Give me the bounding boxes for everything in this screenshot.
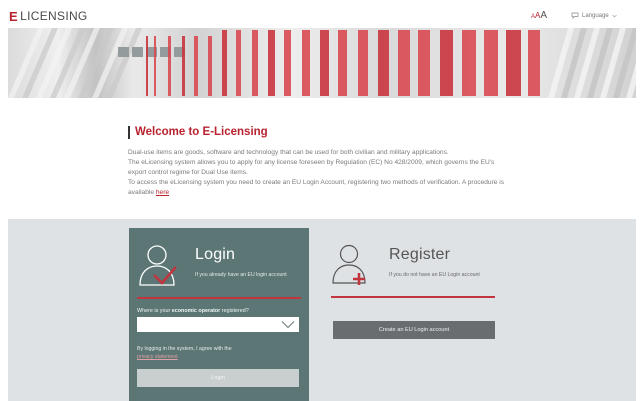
- register-title: Register: [389, 246, 451, 263]
- logo[interactable]: E LICENSING: [9, 8, 88, 24]
- welcome-paragraph-2: The eLicensing system allows you to appl…: [128, 159, 495, 176]
- login-panel: Login If you already have an EU login ac…: [129, 228, 309, 401]
- language-label: Language: [582, 12, 609, 19]
- login-subtitle: If you already have an EU login account: [195, 272, 287, 278]
- login-title: Login: [195, 246, 236, 263]
- economic-operator-label: Where is your economic operator register…: [137, 308, 249, 314]
- logo-letter: E: [9, 8, 18, 24]
- chevron-down-icon: [281, 321, 295, 329]
- procedure-link[interactable]: here: [156, 189, 169, 196]
- chat-bubble-icon: [571, 12, 579, 19]
- logo-text: LICENSING: [20, 9, 88, 23]
- welcome-paragraph-3: To access the eLicensing system you need…: [128, 179, 505, 196]
- welcome-section: Welcome to E-Licensing Dual-use items ar…: [128, 125, 508, 198]
- banner-overlay: [8, 28, 636, 98]
- chevron-down-icon: [611, 14, 617, 17]
- banner-graphic: [8, 28, 636, 98]
- welcome-paragraph-1: Dual-use items are goods, software and t…: [128, 149, 449, 156]
- agreement-text: By logging in the system, I agree with t…: [137, 346, 232, 352]
- user-check-icon: [139, 245, 177, 286]
- heading-accent-bar: [128, 125, 130, 139]
- font-size-control[interactable]: A A A: [531, 10, 547, 21]
- font-size-large[interactable]: A: [540, 10, 547, 21]
- privacy-agreement: By logging in the system, I agree with t…: [137, 345, 277, 361]
- privacy-statement-link[interactable]: privacy statement: [137, 354, 178, 360]
- register-subtitle: If you do not have an EU Login account: [389, 272, 480, 278]
- top-bar: E LICENSING A A A Language: [0, 0, 644, 27]
- country-select[interactable]: [137, 317, 299, 332]
- create-account-button[interactable]: Create an EU Login account: [333, 321, 495, 339]
- register-divider: [331, 296, 495, 298]
- welcome-heading: Welcome to E-Licensing: [128, 125, 508, 139]
- language-selector[interactable]: Language: [571, 12, 617, 19]
- login-divider: [137, 297, 301, 299]
- access-section: [8, 219, 636, 401]
- header-banner: [8, 28, 636, 98]
- welcome-title: Welcome to E-Licensing: [135, 126, 268, 138]
- login-button[interactable]: Login: [137, 369, 299, 387]
- user-plus-icon: [332, 244, 366, 285]
- welcome-text: Dual-use items are goods, software and t…: [128, 148, 508, 198]
